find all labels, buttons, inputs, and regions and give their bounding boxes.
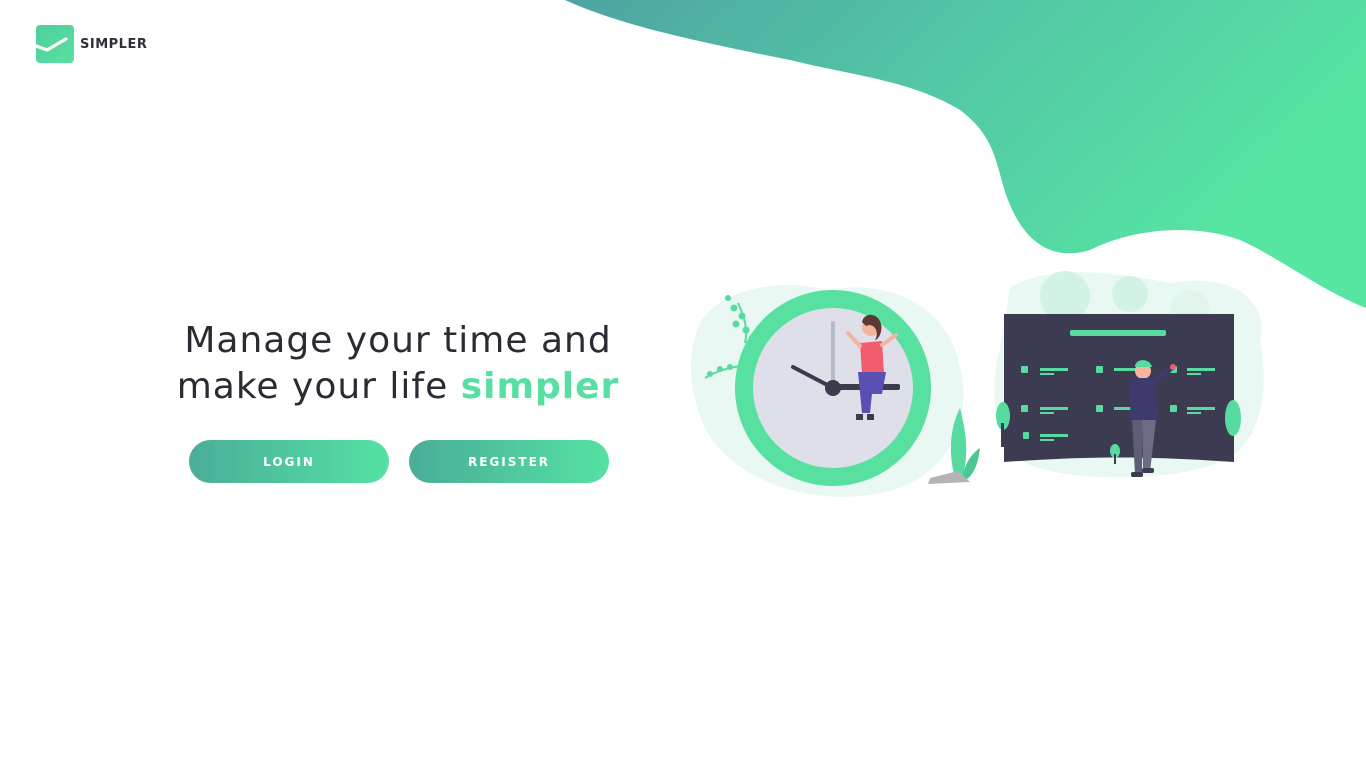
- hero-illustration: [690, 271, 1264, 497]
- hero-actions: LOGIN REGISTER: [189, 440, 609, 483]
- hero-headline: Manage your time and make your life simp…: [130, 318, 666, 410]
- dashboard-scene: [994, 271, 1264, 478]
- clock-scene: [690, 285, 980, 497]
- register-button[interactable]: REGISTER: [409, 440, 609, 483]
- landing-page: SIMPLER Manage your time and make your l…: [0, 0, 1366, 768]
- headline-line-2-prefix: make your life: [176, 366, 461, 407]
- headline-accent-word: simpler: [460, 366, 620, 407]
- brand-name: SIMPLER: [80, 36, 148, 52]
- hero-section: Manage your time and make your life simp…: [130, 318, 666, 410]
- headline-line-1: Manage your time and: [184, 320, 612, 361]
- login-button[interactable]: LOGIN: [189, 440, 389, 483]
- brand-logo[interactable]: SIMPLER: [36, 25, 147, 63]
- check-icon: [36, 25, 74, 63]
